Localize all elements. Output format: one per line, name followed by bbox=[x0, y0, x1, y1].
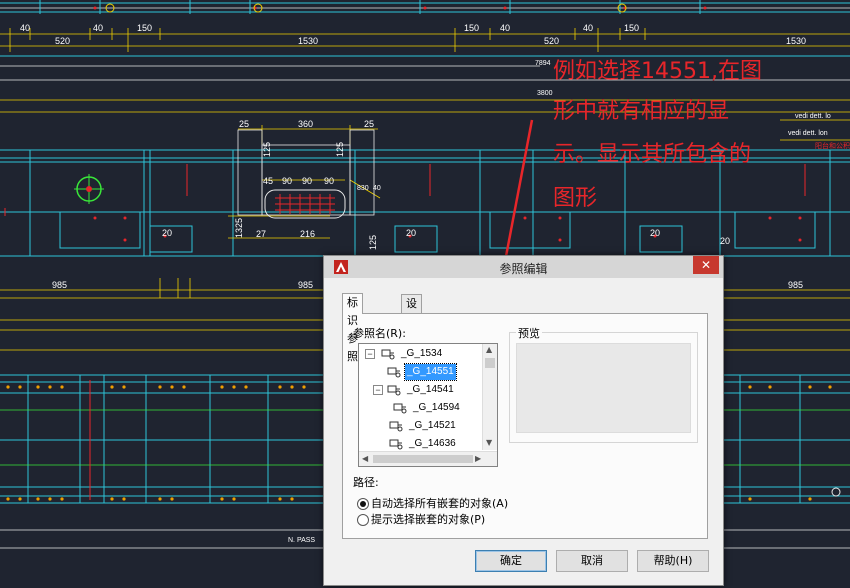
dimension-text: 40 bbox=[20, 23, 30, 33]
tree-node-label: _G_14521 bbox=[409, 420, 456, 431]
scroll-left-icon[interactable]: ◀ bbox=[362, 454, 368, 463]
dimension-text: 125 bbox=[368, 235, 378, 250]
collapse-icon[interactable]: − bbox=[365, 349, 375, 359]
scroll-thumb[interactable] bbox=[485, 358, 495, 368]
tab-settings[interactable]: 设置 bbox=[401, 294, 422, 328]
tab-identify-reference[interactable]: 标识参照 bbox=[342, 293, 363, 363]
dimension-text: 985 bbox=[52, 280, 67, 290]
dimension-text: 150 bbox=[137, 23, 152, 33]
radio-unselected-icon[interactable] bbox=[357, 514, 369, 526]
dimension-text: 40 bbox=[583, 23, 593, 33]
tree-node-g14594[interactable]: _G_14594 bbox=[393, 400, 485, 416]
tree-node-g14541[interactable]: − _G_14541 bbox=[373, 382, 485, 398]
scroll-up-icon[interactable]: ▲ bbox=[486, 345, 492, 354]
tree-node-g14521[interactable]: _G_14521 bbox=[389, 418, 485, 434]
dimension-text: 150 bbox=[464, 23, 479, 33]
xref-icon bbox=[389, 439, 403, 450]
cancel-button[interactable]: 取消 bbox=[556, 550, 628, 572]
tree-horizontal-scrollbar[interactable]: ◀ ▶ bbox=[359, 451, 497, 466]
dimension-text: 216 bbox=[300, 229, 315, 239]
dimension-text: 150 bbox=[624, 23, 639, 33]
dimension-text: 985 bbox=[788, 280, 803, 290]
dimension-text: 3800 bbox=[537, 90, 553, 97]
scroll-thumb[interactable] bbox=[373, 455, 473, 463]
xref-icon bbox=[387, 385, 401, 396]
dimension-text: 90 bbox=[324, 176, 334, 186]
xref-icon bbox=[381, 349, 395, 360]
reference-edit-dialog: 参照编辑 ✕ 标识参照 设置 参照名(R): − _G_1534 _G_1455… bbox=[323, 255, 724, 586]
close-button[interactable]: ✕ bbox=[693, 256, 719, 274]
annotation-line-3: 示。显示其所包含的 bbox=[553, 142, 752, 167]
tree-node-g14636[interactable]: _G_14636 bbox=[389, 436, 485, 452]
dimension-text: 985 bbox=[298, 280, 313, 290]
tree-node-label: _G_14541 bbox=[407, 384, 454, 395]
dimension-text: 40 bbox=[500, 23, 510, 33]
dimension-text: 7894 bbox=[535, 60, 551, 67]
drawing-label: N. PASS bbox=[288, 537, 315, 544]
scroll-right-icon[interactable]: ▶ bbox=[475, 454, 481, 463]
dimension-text: 20 bbox=[406, 228, 416, 238]
tree-node-label: _G_14636 bbox=[409, 438, 456, 449]
dimension-text: 20 bbox=[162, 228, 172, 238]
preview-area bbox=[516, 343, 691, 433]
annotation-line-4: 图形 bbox=[553, 186, 598, 211]
reference-tree[interactable]: − _G_1534 _G_14551 − _G_14541 _G_14594 _… bbox=[358, 343, 498, 467]
dimension-text: 27 bbox=[256, 229, 266, 239]
radio-label: 自动选择所有嵌套的对象(A) bbox=[371, 497, 509, 510]
radio-selected-icon[interactable] bbox=[357, 498, 369, 510]
preview-label: 预览 bbox=[516, 325, 542, 341]
xref-icon bbox=[393, 403, 407, 414]
dimension-text: 45 bbox=[263, 176, 273, 186]
close-icon: ✕ bbox=[700, 258, 712, 272]
drawing-label: 阳台和公积 bbox=[815, 141, 850, 150]
reference-name-label: 参照名(R): bbox=[353, 327, 406, 340]
dimension-text: 830 bbox=[357, 185, 369, 192]
drawing-label: vedi dett. lon bbox=[788, 130, 828, 137]
tree-node-label: _G_14551 bbox=[404, 363, 457, 381]
dimension-text: 25 bbox=[364, 119, 374, 129]
radio-label: 提示选择嵌套的对象(P) bbox=[371, 513, 486, 526]
xref-icon bbox=[389, 421, 403, 432]
dimension-text: 25 bbox=[239, 119, 249, 129]
annotation-line-2: 形中就有相应的显 bbox=[553, 99, 730, 124]
dialog-title: 参照编辑 bbox=[499, 262, 548, 276]
dimension-text: 1530 bbox=[298, 36, 318, 46]
dimension-text: 40 bbox=[373, 185, 381, 192]
dimension-text: 520 bbox=[544, 36, 559, 46]
dimension-text: 125 bbox=[262, 142, 272, 157]
dimension-text: 90 bbox=[282, 176, 292, 186]
tree-node-label: _G_14594 bbox=[413, 402, 460, 413]
tree-node-g1534[interactable]: − _G_1534 bbox=[365, 346, 485, 362]
dimension-text: 1325 bbox=[234, 218, 244, 238]
drawing-label: vedi dett. lo bbox=[795, 113, 831, 120]
dimension-text: 20 bbox=[650, 228, 660, 238]
dimension-text: 40 bbox=[93, 23, 103, 33]
tree-node-g14551[interactable]: _G_14551 bbox=[387, 363, 483, 381]
dimension-text: 90 bbox=[302, 176, 312, 186]
dialog-title-bar[interactable]: 参照编辑 ✕ bbox=[324, 256, 723, 278]
scroll-down-icon[interactable]: ▼ bbox=[486, 438, 492, 447]
help-button[interactable]: 帮助(H) bbox=[637, 550, 709, 572]
tree-node-label: _G_1534 bbox=[401, 348, 443, 359]
collapse-icon[interactable]: − bbox=[373, 385, 383, 395]
dimension-text: 520 bbox=[55, 36, 70, 46]
xref-icon bbox=[387, 367, 401, 378]
tree-vertical-scrollbar[interactable]: ▲ ▼ bbox=[482, 344, 497, 450]
ok-button[interactable]: 确定 bbox=[475, 550, 547, 572]
dimension-text: 1530 bbox=[786, 36, 806, 46]
path-label: 路径: bbox=[353, 476, 379, 489]
dimension-text: 125 bbox=[335, 142, 345, 157]
annotation-line-1: 例如选择14551,在图 bbox=[553, 59, 762, 84]
dimension-text: 20 bbox=[720, 236, 730, 246]
dimension-text: 360 bbox=[298, 119, 313, 129]
